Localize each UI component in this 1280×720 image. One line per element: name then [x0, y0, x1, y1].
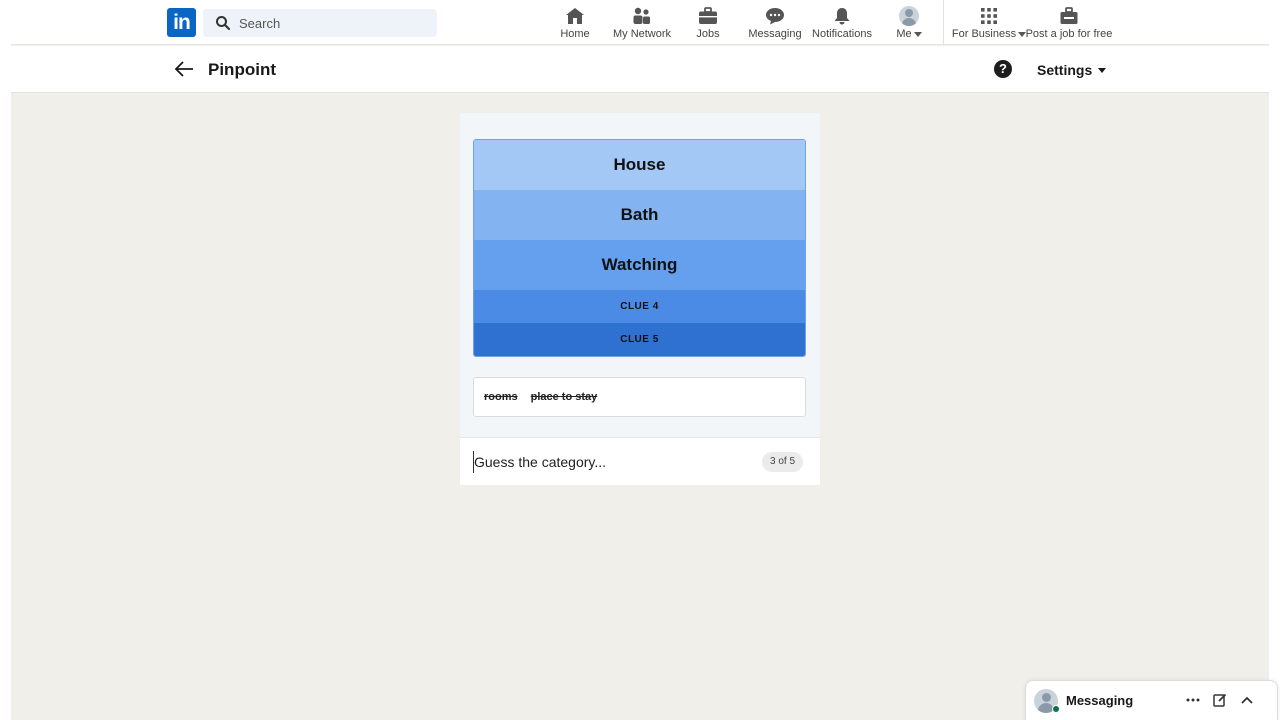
profile-avatar	[899, 6, 919, 26]
settings-button[interactable]: Settings	[1037, 62, 1107, 78]
nav-divider	[943, 0, 944, 45]
pinpoint-game-card: House Bath Watching CLUE 4 CLUE 5 rooms …	[460, 113, 820, 485]
nav-post-job-label: Post a job for free	[1025, 28, 1113, 40]
nav-my-network-label: My Network	[612, 28, 672, 40]
guess-input[interactable]	[473, 451, 743, 473]
network-icon	[633, 7, 650, 24]
messaging-dock[interactable]: Messaging	[1025, 680, 1278, 720]
clue-3: Watching	[474, 240, 805, 290]
clue-stack: House Bath Watching CLUE 4 CLUE 5	[473, 139, 806, 357]
messaging-title: Messaging	[1066, 693, 1134, 708]
post-job-icon	[1060, 7, 1078, 24]
guess-counter-badge: 3 of 5	[762, 452, 804, 472]
online-status-dot	[1052, 705, 1060, 713]
chevron-down-icon	[913, 31, 922, 37]
home-icon	[566, 8, 584, 24]
messaging-icon	[766, 8, 784, 25]
nav-jobs[interactable]: Jobs	[694, 6, 722, 42]
back-arrow-icon[interactable]	[173, 58, 195, 80]
linkedin-logo[interactable]: in	[167, 8, 196, 37]
search-icon	[216, 16, 231, 31]
nav-for-business[interactable]: For Business	[951, 6, 1027, 42]
grid-icon	[981, 8, 997, 24]
clue-1: House	[474, 140, 805, 190]
clue-5: CLUE 5	[474, 323, 805, 356]
game-header: Pinpoint ? Settings	[11, 46, 1269, 93]
nav-notifications-label: Notifications	[812, 28, 872, 40]
page-title: Pinpoint	[208, 60, 276, 79]
search-input[interactable]	[239, 15, 429, 31]
nav-me[interactable]: Me	[894, 6, 924, 42]
guess-input-row: 3 of 5	[460, 437, 820, 485]
nav-jobs-label: Jobs	[696, 28, 720, 40]
nav-messaging[interactable]: Messaging	[748, 6, 802, 42]
page-frame: in Home My Network Jobs Messaging Notifi…	[11, 0, 1278, 720]
wrong-guess: rooms	[484, 391, 518, 403]
clue-2: Bath	[474, 190, 805, 240]
nav-post-job[interactable]: Post a job for free	[1025, 6, 1113, 42]
nav-home-label: Home	[560, 28, 590, 40]
nav-my-network[interactable]: My Network	[612, 6, 672, 42]
nav-messaging-label: Messaging	[748, 28, 802, 40]
settings-label: Settings	[1037, 62, 1093, 78]
chevron-down-icon	[1098, 67, 1107, 73]
nav-home[interactable]: Home	[560, 6, 590, 42]
wrong-guess: place to stay	[530, 391, 598, 403]
nav-me-label: Me	[896, 28, 912, 40]
bell-icon	[834, 8, 850, 25]
previous-guesses: rooms place to stay	[473, 377, 806, 417]
chevron-up-icon[interactable]	[1238, 691, 1256, 709]
briefcase-icon	[699, 7, 717, 24]
nav-for-business-label: For Business	[951, 28, 1017, 40]
global-nav: in Home My Network Jobs Messaging Notifi…	[11, 0, 1269, 45]
clue-4: CLUE 4	[474, 290, 805, 323]
compose-icon[interactable]	[1211, 691, 1229, 709]
more-options-icon[interactable]	[1184, 691, 1202, 709]
nav-notifications[interactable]: Notifications	[811, 6, 873, 42]
help-icon[interactable]: ?	[994, 60, 1012, 78]
search-box[interactable]	[203, 9, 437, 37]
